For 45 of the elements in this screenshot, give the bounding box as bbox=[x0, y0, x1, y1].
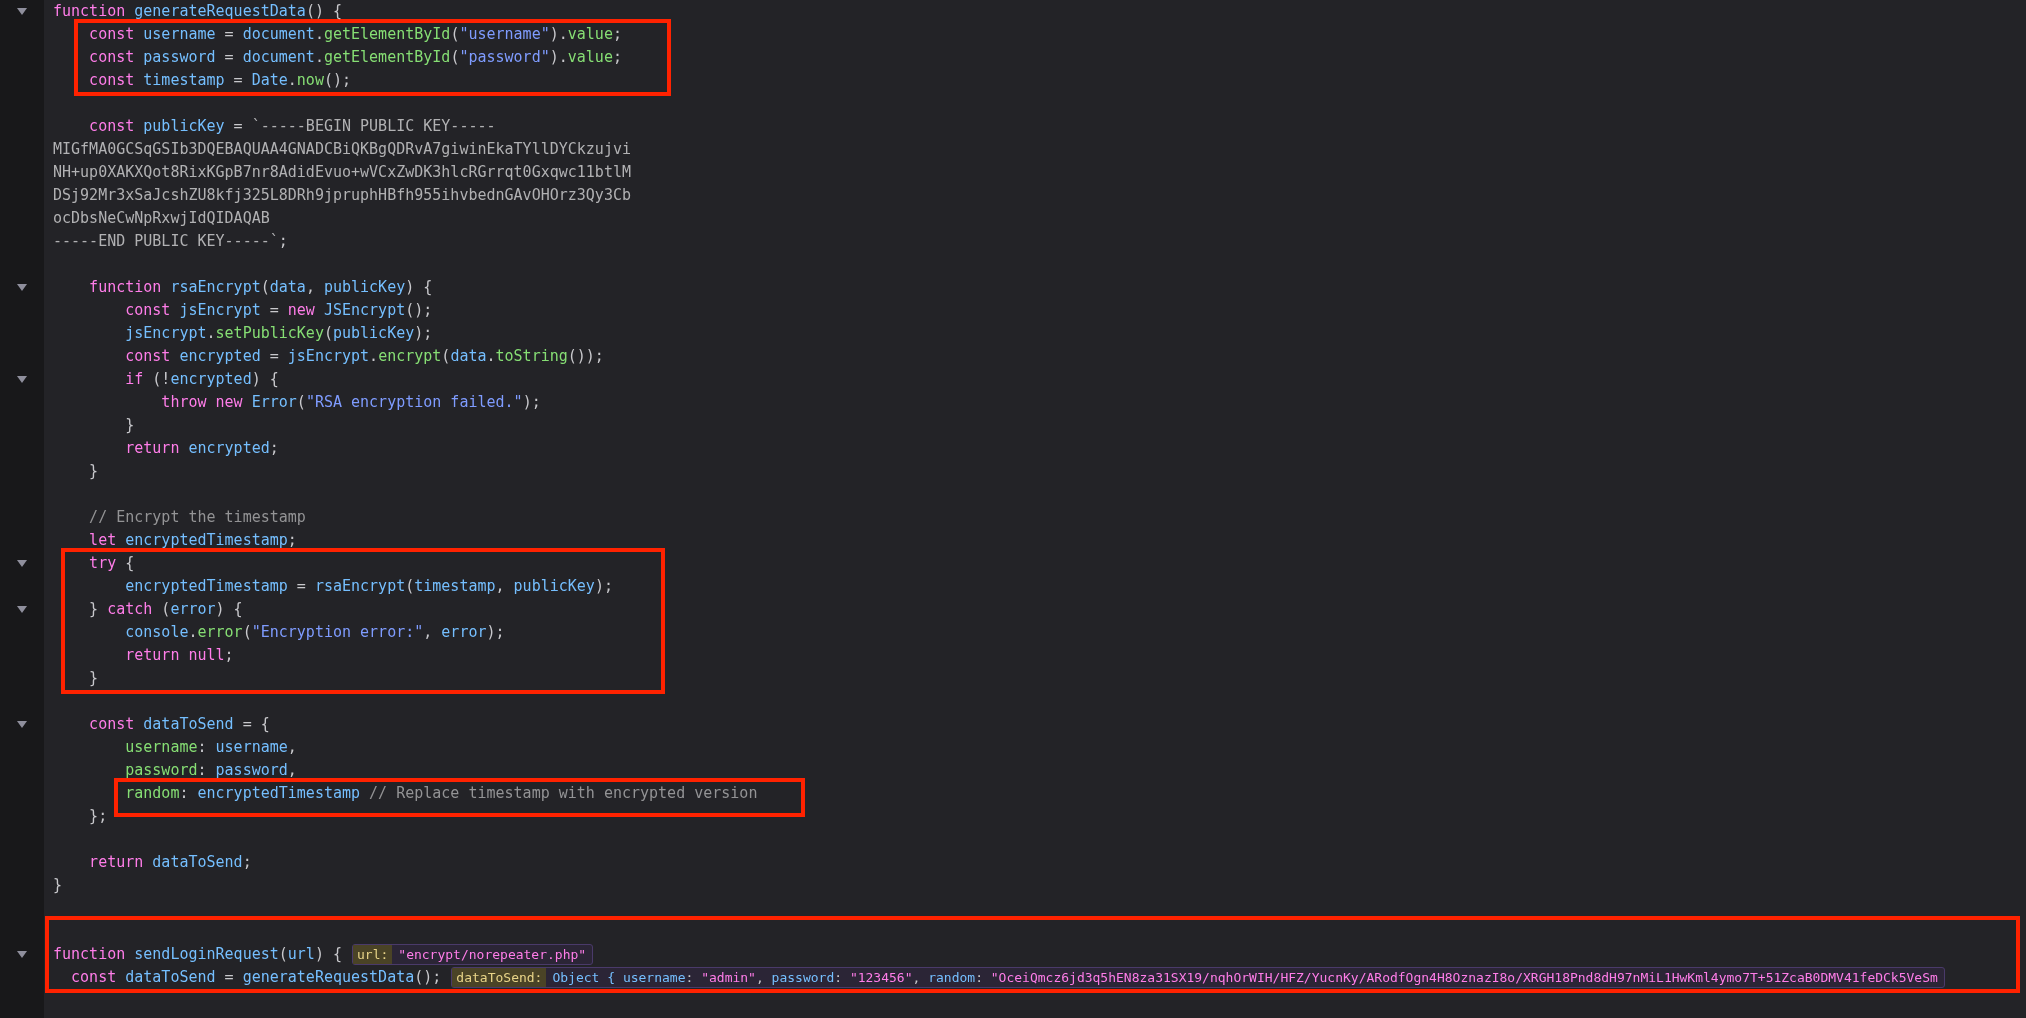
code-line: MIGfMA0GCSqGSIb3DQEBAQUAA4GNADCBiQKBgQDRvA7giwinEkaTYllDYCkzujvi bbox=[53, 139, 631, 160]
code-line: return null; bbox=[124, 645, 234, 666]
code-line: function sendLoginRequest(url) { bbox=[53, 944, 342, 965]
code-line: const username = document.getElementById("username").value; bbox=[88, 24, 622, 45]
fold-caret-icon[interactable] bbox=[17, 606, 27, 613]
code-line: password: password, bbox=[124, 760, 297, 781]
code-line: DSj92Mr3xSaJcshZU8kfj325L8DRh9jpruphHBfh955ihvbednGAvOHOrz3Qy3Cb bbox=[53, 185, 631, 206]
code-line: -----END PUBLIC KEY-----`; bbox=[53, 231, 288, 252]
code-line: jsEncrypt.setPublicKey(publicKey); bbox=[124, 323, 433, 344]
code-line: } bbox=[88, 668, 99, 689]
code-line: if (!encrypted) { bbox=[124, 369, 279, 390]
code-line: }; bbox=[88, 806, 108, 827]
code-line: } bbox=[53, 875, 63, 896]
code-line: function rsaEncrypt(data, publicKey) { bbox=[88, 277, 433, 298]
code-line: return dataToSend; bbox=[88, 852, 252, 873]
code-line: ocDbsNeCwNpRxwjIdQIDAQAB bbox=[53, 208, 270, 229]
code-line: let encryptedTimestamp; bbox=[88, 530, 297, 551]
code-line: // Encrypt the timestamp bbox=[88, 507, 306, 528]
code-line: const password = document.getElementById("password").value; bbox=[88, 47, 622, 68]
code-line: const jsEncrypt = new JSEncrypt(); bbox=[124, 300, 433, 321]
fold-caret-icon[interactable] bbox=[17, 721, 27, 728]
inline-value-badge: url: "encrypt/norepeater.php" bbox=[352, 944, 594, 965]
code-line: encryptedTimestamp = rsaEncrypt(timestamp, publicKey); bbox=[124, 576, 613, 597]
code-line: return encrypted; bbox=[124, 438, 279, 459]
code-line: try { bbox=[88, 553, 135, 574]
code-line: function generateRequestData() { bbox=[53, 1, 342, 22]
code-line: } bbox=[124, 415, 135, 436]
code-line: const dataToSend = { bbox=[88, 714, 270, 735]
fold-caret-icon[interactable] bbox=[17, 376, 27, 383]
inline-value-badge: dataToSend: Object { username: "admin", password: "123456", random: "OceiQmcz6jd3q5hEN8za31SX19/nqhOrWIH/HFZ/YucnKy/ARodfOgn4H8OznazI8o/XRGH18Pnd8dH97nMiL1HwKml4ymo7T+51ZcaB0DMV41feDCk5VeSm bbox=[451, 967, 1945, 988]
code-line: const publicKey = `-----BEGIN PUBLIC KEY----- bbox=[88, 116, 496, 137]
fold-caret-icon[interactable] bbox=[17, 284, 27, 291]
fold-caret-icon[interactable] bbox=[17, 560, 27, 567]
fold-caret-icon[interactable] bbox=[17, 951, 27, 958]
code-line: username: username, bbox=[124, 737, 297, 758]
code-line: throw new Error("RSA encryption failed."); bbox=[160, 392, 541, 413]
code-line: const timestamp = Date.now(); bbox=[88, 70, 352, 91]
code-line: } bbox=[88, 461, 99, 482]
code-line: random: encryptedTimestamp // Replace timestamp with encrypted version bbox=[124, 783, 758, 804]
code-line: } catch (error) { bbox=[88, 599, 243, 620]
code-line: console.error("Encryption error:", error); bbox=[124, 622, 505, 643]
code-line: const encrypted = jsEncrypt.encrypt(data.toString()); bbox=[124, 346, 604, 367]
code-line: NH+up0XAKXQot8RixKGpB7nr8AdidEvuo+wVCxZwDK3hlcRGrrqt0Gxqwc11btlM bbox=[53, 162, 631, 183]
fold-caret-icon[interactable] bbox=[17, 8, 27, 15]
code-line: const dataToSend = generateRequestData(); bbox=[70, 967, 442, 988]
